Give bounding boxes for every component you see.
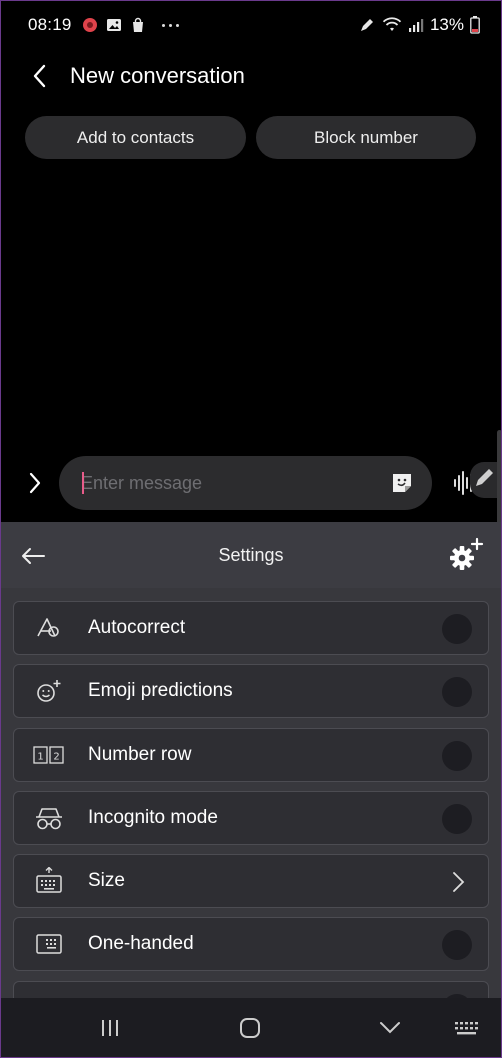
more-dots-icon: [161, 23, 179, 27]
shopping-bag-icon: [132, 17, 143, 32]
keyboard-settings-list: Autocorrect Emoji predictions 12 Number …: [13, 601, 489, 998]
status-bar: 08:19 13%: [0, 0, 502, 50]
autocorrect-icon: [37, 618, 59, 637]
chevron-right-icon: [29, 472, 41, 494]
conversation-header: New conversation: [0, 52, 502, 100]
one-handed-toggle[interactable]: [442, 930, 472, 961]
number-row-toggle[interactable]: [442, 740, 472, 771]
setting-row-incognito-mode[interactable]: Incognito mode: [13, 790, 489, 845]
image-icon: [106, 19, 121, 31]
setting-row-number-row[interactable]: 12 Number row: [13, 727, 489, 782]
expand-attachments-button[interactable]: [18, 466, 52, 500]
arrow-left-icon: [22, 548, 45, 564]
game-icon: [82, 18, 97, 32]
navigation-bar: [0, 998, 502, 1058]
message-composer: [59, 456, 432, 510]
incognito-icon: [36, 808, 62, 830]
signal-icon: [408, 19, 424, 32]
text-caret: [82, 472, 84, 494]
setting-label: Emoji predictions: [88, 680, 233, 702]
keyboard-back-button[interactable]: [16, 539, 50, 573]
incognito-mode-toggle[interactable]: [442, 803, 472, 834]
svg-text:1: 1: [37, 751, 43, 762]
add-to-contacts-button[interactable]: Add to contacts: [25, 116, 246, 159]
edge-panel-pen[interactable]: [470, 462, 500, 498]
chevron-down-icon: [380, 1022, 400, 1034]
keyboard-settings-gear-button[interactable]: [448, 536, 484, 574]
keyboard-settings-header: Settings: [0, 522, 502, 588]
block-number-button[interactable]: Block number: [256, 116, 476, 159]
emoji-plus-icon: [37, 680, 61, 703]
number-row-icon: 12: [33, 745, 64, 764]
setting-label: One-handed: [88, 933, 194, 955]
message-input[interactable]: [81, 472, 390, 494]
battery-icon: [470, 16, 480, 34]
pencil-icon: [476, 469, 493, 486]
setting-row-emoji-predictions[interactable]: Emoji predictions: [13, 664, 489, 719]
keyboard-settings-panel: Settings Autocorrect Emoji predictions 1…: [0, 522, 502, 998]
setting-label: Size: [88, 870, 125, 892]
page-title: New conversation: [70, 63, 245, 88]
setting-label: Number row: [88, 743, 192, 765]
keyboard-switch-button[interactable]: [452, 1016, 480, 1040]
back-chevron-icon: [33, 64, 46, 88]
back-button[interactable]: [10, 52, 70, 100]
setting-row-one-handed[interactable]: One-handed: [13, 917, 489, 972]
home-icon: [240, 1018, 260, 1038]
gear-plus-icon: [450, 537, 484, 570]
setting-row-autocorrect[interactable]: Autocorrect: [13, 601, 489, 655]
emoji-predictions-toggle[interactable]: [442, 677, 472, 708]
setting-row-partial[interactable]: [13, 980, 489, 998]
nfc-pen-icon: [360, 19, 373, 31]
keyboard-settings-title: Settings: [218, 544, 284, 565]
keyboard-icon: [455, 1022, 478, 1035]
home-button[interactable]: [238, 1016, 262, 1040]
setting-label: Incognito mode: [88, 806, 218, 828]
svg-text:2: 2: [53, 751, 59, 762]
setting-row-size[interactable]: Size: [13, 854, 489, 909]
recent-apps-button[interactable]: [98, 1016, 122, 1040]
one-handed-icon: [36, 934, 62, 955]
status-time: 08:19: [28, 15, 72, 34]
keyboard-size-icon: [36, 867, 62, 893]
chevron-right-icon: [453, 872, 465, 893]
recents-icon: [102, 1020, 118, 1036]
sticker-icon[interactable]: [390, 471, 414, 495]
battery-percent: 13%: [429, 15, 464, 34]
wifi-icon: [382, 17, 402, 31]
hide-keyboard-button[interactable]: [378, 1016, 402, 1040]
setting-label: Autocorrect: [88, 617, 186, 638]
autocorrect-toggle[interactable]: [442, 614, 472, 644]
